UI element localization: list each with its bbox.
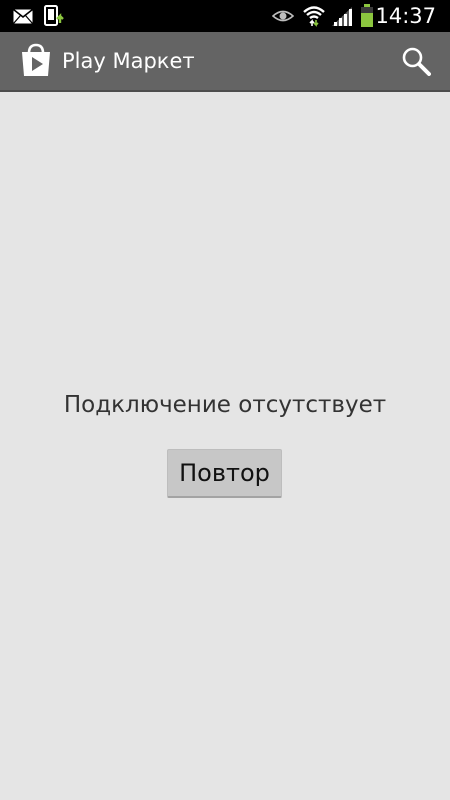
search-icon[interactable]	[400, 45, 432, 77]
wifi-icon	[301, 0, 327, 32]
battery-icon	[358, 0, 376, 32]
phone-update-icon	[42, 0, 66, 32]
status-time: 14:37	[375, 4, 436, 28]
play-store-icon[interactable]	[20, 43, 52, 77]
status-bar: 14:37	[0, 0, 450, 32]
retry-button[interactable]: Повтор	[167, 449, 282, 498]
email-icon	[12, 0, 34, 32]
no-connection-message: Подключение отсутствует	[63, 392, 387, 418]
eye-icon	[271, 0, 295, 32]
main-content: Подключение отсутствует Повтор	[0, 92, 450, 800]
action-bar: Play Маркет	[0, 32, 450, 92]
app-title: Play Маркет	[62, 49, 195, 73]
signal-icon	[330, 0, 354, 32]
